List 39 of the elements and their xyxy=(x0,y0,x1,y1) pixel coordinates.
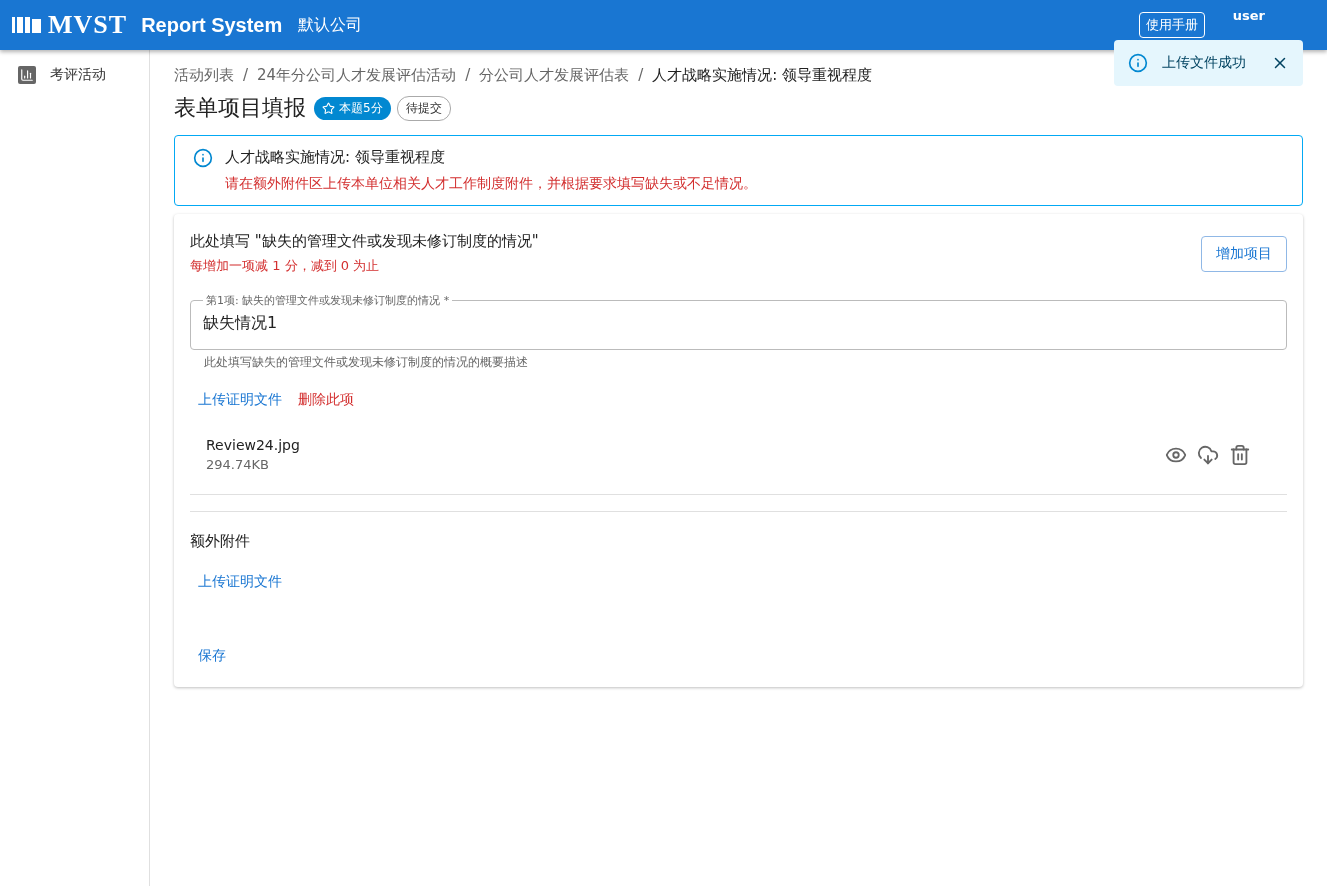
info-icon xyxy=(193,148,213,168)
scoring-rule: 每增加一项减 1 分，减到 0 为止 xyxy=(190,257,381,275)
field-label: 第1项: 缺失的管理文件或发现未修订制度的情况 * xyxy=(205,293,451,308)
input-field[interactable]: 缺失情况1 xyxy=(203,310,1274,337)
books-logo-icon xyxy=(12,15,42,35)
trash-icon[interactable] xyxy=(1229,443,1251,466)
helper-text: 此处填写缺失的管理文件或发现未修订制度的情况的概要描述 xyxy=(204,354,529,371)
company-name: 默认公司 xyxy=(298,14,363,36)
upload-link[interactable]: 上传证明文件 xyxy=(198,573,282,591)
section-title: 此处填写 "缺失的管理文件或发现未修订制度的情况" xyxy=(190,232,539,251)
sidebar-label: 考评活动 xyxy=(50,66,106,84)
app-title: Report System xyxy=(141,13,283,37)
text-field[interactable]: 第1项: 缺失的管理文件或发现未修订制度的情况 * 缺失情况1 xyxy=(190,293,1287,350)
score-badge: 本题5分 xyxy=(314,96,391,120)
logo-text: MVST xyxy=(48,10,128,40)
sidebar-item[interactable]: 考评活动 xyxy=(18,66,131,84)
breadcrumb-link[interactable]: 分公司人才发展评估表 xyxy=(479,66,630,85)
user-name[interactable]: user xyxy=(1232,7,1265,23)
save-button[interactable]: 保存 xyxy=(190,641,234,671)
page-title: 表单项目填报 xyxy=(174,94,306,122)
breadcrumb-link[interactable]: 活动列表 xyxy=(174,66,234,85)
breadcrumb-link[interactable]: 24年分公司人才发展评估活动 xyxy=(257,66,457,85)
chart-icon xyxy=(18,66,36,84)
add-item-button[interactable]: 增加项目 xyxy=(1201,236,1287,272)
alert-description: 请在额外附件区上传本单位相关人才工作制度附件，并根据要求填写缺失或不足情况。 xyxy=(225,175,757,193)
status-badge: 待提交 xyxy=(396,95,451,121)
breadcrumb-separator: / xyxy=(638,66,644,85)
breadcrumb-separator: / xyxy=(243,66,249,85)
cloud-download-icon[interactable] xyxy=(1197,443,1219,466)
upload-link[interactable]: 上传证明文件 xyxy=(198,391,282,409)
info-icon xyxy=(1128,53,1148,73)
manual-button[interactable]: 使用手册 xyxy=(1138,12,1205,38)
alert-title: 人才战略实施情况: 领导重视程度 xyxy=(225,148,446,167)
file-size: 294.74KB xyxy=(206,457,270,472)
toast-message: 上传文件成功 xyxy=(1162,54,1247,72)
file-name: Review24.jpg xyxy=(206,437,301,453)
breadcrumb-separator: / xyxy=(465,66,471,85)
delete-link[interactable]: 删除此项 xyxy=(298,391,354,409)
extra-attachments-title: 额外附件 xyxy=(190,532,251,551)
